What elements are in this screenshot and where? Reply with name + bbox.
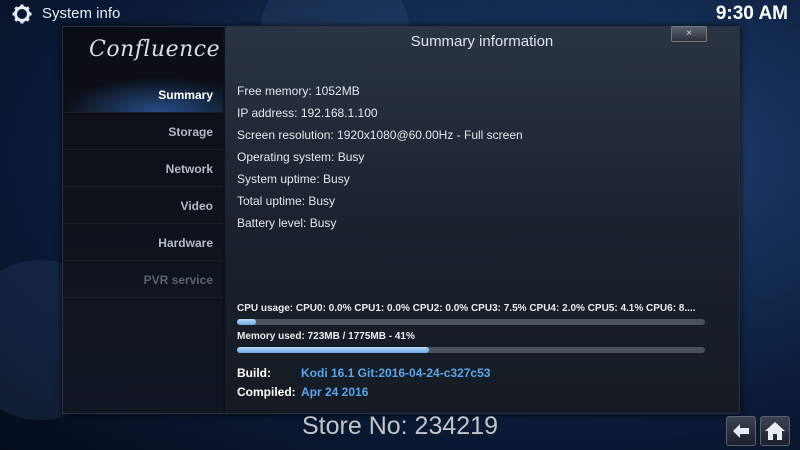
info-system-uptime: System uptime: Busy <box>237 172 350 186</box>
info-total-uptime: Total uptime: Busy <box>237 194 336 208</box>
compiled-value: Apr 24 2016 <box>301 385 369 399</box>
memory-used-fill <box>237 347 429 353</box>
build-label: Build: <box>237 366 271 380</box>
sidebar-item-network[interactable]: Network <box>63 151 223 187</box>
close-button[interactable]: × <box>671 26 707 42</box>
sidebar: Confluence Summary Storage Network Video… <box>63 27 223 413</box>
summary-content: Summary information × Free memory: 1052M… <box>225 26 739 413</box>
page-title: Summary information <box>410 33 554 50</box>
back-button[interactable] <box>726 416 756 446</box>
sidebar-item-storage[interactable]: Storage <box>63 114 223 150</box>
memory-used-label: Memory used: 723MB / 1775MB - 41% <box>237 331 415 342</box>
sidebar-item-hardware[interactable]: Hardware <box>63 225 223 261</box>
system-info-panel: Confluence Summary Storage Network Video… <box>62 26 740 414</box>
store-watermark: Store No: 234219 <box>302 412 498 440</box>
info-battery-level: Battery level: Busy <box>237 216 337 230</box>
sidebar-item-video[interactable]: Video <box>63 188 223 224</box>
top-bar: System info 9:30 AM <box>0 0 800 28</box>
cpu-usage-fill <box>237 319 256 325</box>
confluence-logo: Confluence <box>89 37 221 62</box>
memory-used-bar <box>237 347 705 353</box>
cpu-usage-bar <box>237 319 705 325</box>
home-button[interactable] <box>760 416 790 446</box>
info-free-memory: Free memory: 1052MB <box>237 84 360 98</box>
window-title: System info <box>42 5 121 22</box>
info-screen-resolution: Screen resolution: 1920x1080@60.00Hz - F… <box>237 128 523 142</box>
gear-icon <box>12 4 32 24</box>
build-value: Kodi 16.1 Git:2016-04-24-c327c53 <box>301 366 491 380</box>
info-ip-address: IP address: 192.168.1.100 <box>237 106 378 120</box>
sidebar-item-pvr-service[interactable]: PVR service <box>63 262 223 298</box>
cpu-usage-label: CPU usage: CPU0: 0.0% CPU1: 0.0% CPU2: 0… <box>237 303 696 314</box>
clock: 9:30 AM <box>715 3 788 24</box>
info-operating-system: Operating system: Busy <box>237 150 365 164</box>
home-icon <box>765 422 785 440</box>
sidebar-item-summary[interactable]: Summary <box>63 77 223 113</box>
compiled-label: Compiled: <box>237 385 296 399</box>
back-arrow-icon <box>733 424 749 438</box>
